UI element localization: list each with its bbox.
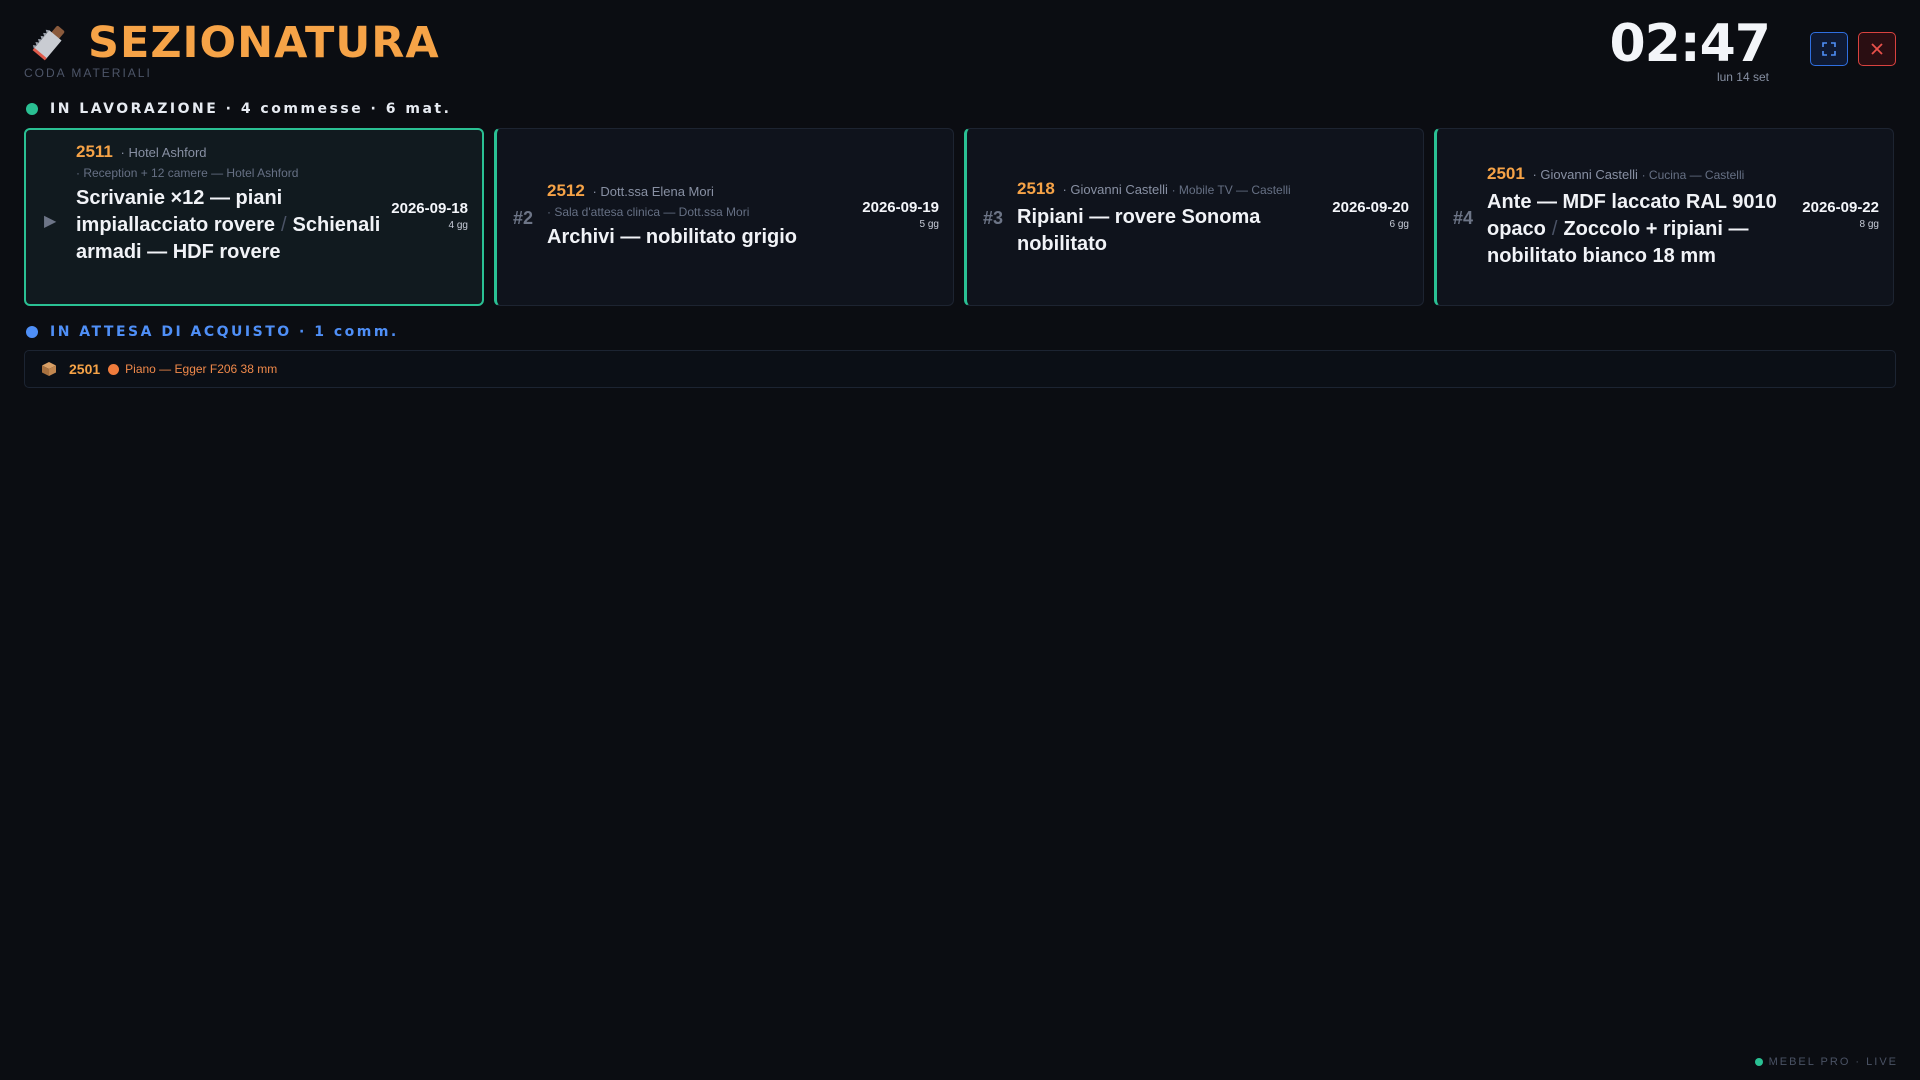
material-item: Scrivanie ×12 — piani impiallacciato rov…: [76, 187, 283, 236]
due-date: 2026-09-22 8 gg: [1802, 199, 1879, 230]
client-name: · Giovanni Castelli: [1532, 167, 1638, 182]
material-list: Ante — MDF laccato RAL 9010 opaco / Zoccol…: [1487, 189, 1792, 270]
fullscreen-icon: [1822, 42, 1836, 56]
card-body: 2501 · Giovanni Castelli · Cucina — Cast…: [1487, 164, 1792, 270]
job-cards: ▶ 2511 · Hotel Ashford · Reception + 12 …: [24, 128, 1896, 306]
card-header: 2511 · Hotel Ashford: [76, 142, 381, 162]
status-dot: [26, 103, 38, 115]
due-date-value: 2026-09-22: [1802, 199, 1879, 216]
days-remaining: 5 gg: [919, 219, 939, 230]
card-body: 2511 · Hotel Ashford · Reception + 12 ca…: [76, 142, 381, 266]
date-label: lun 14 set: [1716, 70, 1769, 84]
status-dot: [26, 326, 38, 338]
due-date-value: 2026-09-20: [1332, 199, 1409, 216]
due-date-value: 2026-09-19: [862, 199, 939, 216]
job-card[interactable]: #4 2501 · Giovanni Castelli · Cucina — C…: [1434, 128, 1894, 306]
play-icon: ▶: [44, 213, 57, 230]
project-name: · Reception + 12 camere — Hotel Ashford: [76, 166, 299, 180]
material-list: Scrivanie ×12 — piani impiallacciato rov…: [76, 185, 381, 266]
project-name: · Sala d'attesa clinica — Dott.ssa Mori: [547, 205, 750, 219]
section-in-attesa: IN ATTESA DI ACQUISTO · 1 comm.: [26, 324, 399, 340]
rank-label: #2: [513, 208, 534, 228]
material-item: Ripiani — rovere Sonoma nobilitato: [1017, 206, 1261, 255]
project-name: · Cucina — Castelli: [1641, 168, 1745, 182]
job-card[interactable]: ▶ 2511 · Hotel Ashford · Reception + 12 …: [24, 128, 484, 306]
client-name: · Giovanni Castelli: [1062, 182, 1168, 197]
project-name: · Mobile TV — Castelli: [1171, 183, 1291, 197]
saw-icon: [32, 26, 65, 61]
job-id: 2501: [1487, 164, 1525, 183]
card-body: 2512 · Dott.ssa Elena Mori · Sala d'atte…: [547, 181, 847, 251]
job-id: 2518: [1017, 179, 1055, 198]
live-dot: [1754, 1058, 1763, 1066]
days-remaining: 4 gg: [448, 220, 468, 231]
card-header: 2518 · Giovanni Castelli · Mobile TV — C…: [1017, 179, 1317, 199]
rank-label: #4: [1453, 208, 1474, 228]
job-id: 2501: [69, 361, 101, 377]
close-icon: [1871, 43, 1883, 55]
due-date: 2026-09-19 5 gg: [862, 199, 939, 230]
footer-label: MEBEL PRO · LIVE: [1768, 1056, 1898, 1068]
separator: /: [280, 214, 287, 236]
client-name: · Dott.ssa Elena Mori: [592, 184, 714, 199]
alert-dot: [108, 363, 120, 375]
material-item: Archivi — nobilitato grigio: [547, 226, 797, 248]
section-title: IN ATTESA DI ACQUISTO · 1 comm.: [50, 324, 399, 340]
job-id: 2511: [76, 142, 113, 161]
clock: 02:47: [1609, 14, 1771, 74]
days-remaining: 8 gg: [1859, 219, 1879, 230]
box-icon: [42, 362, 56, 376]
card-header: 2512 · Dott.ssa Elena Mori: [547, 181, 847, 201]
fullscreen-button[interactable]: [1810, 32, 1848, 66]
separator: /: [1551, 218, 1558, 240]
section-title: IN LAVORAZIONE · 4 commesse · 6 mat.: [50, 101, 452, 117]
due-date-value: 2026-09-18: [391, 200, 468, 217]
card-body: 2518 · Giovanni Castelli · Mobile TV — C…: [1017, 179, 1317, 258]
days-remaining: 6 gg: [1389, 219, 1409, 230]
footer-status: MEBEL PRO · LIVE: [1754, 1056, 1898, 1068]
client-name: · Hotel Ashford: [120, 145, 207, 160]
app-title: SEZIONATURA: [88, 18, 440, 68]
job-id: 2512: [547, 181, 585, 200]
material-item: Piano — Egger F206 38 mm: [125, 362, 278, 376]
section-in-lavorazione: IN LAVORAZIONE · 4 commesse · 6 mat.: [26, 101, 451, 117]
rank-label: #3: [983, 208, 1004, 228]
close-button[interactable]: [1858, 32, 1896, 66]
card-header: 2501 · Giovanni Castelli · Cucina — Cast…: [1487, 164, 1792, 184]
job-card[interactable]: #3 2518 · Giovanni Castelli · Mobile TV …: [964, 128, 1424, 306]
due-date: 2026-09-20 6 gg: [1332, 199, 1409, 230]
job-card[interactable]: #2 2512 · Dott.ssa Elena Mori · Sala d'a…: [494, 128, 954, 306]
header: SEZIONATURA CODA MATERIALI 02:47 lun 14 …: [0, 0, 1920, 100]
waiting-item[interactable]: 2501 Piano — Egger F206 38 mm: [24, 350, 1896, 388]
due-date: 2026-09-18 4 gg: [391, 200, 468, 231]
app-subtitle: CODA MATERIALI: [24, 66, 152, 80]
